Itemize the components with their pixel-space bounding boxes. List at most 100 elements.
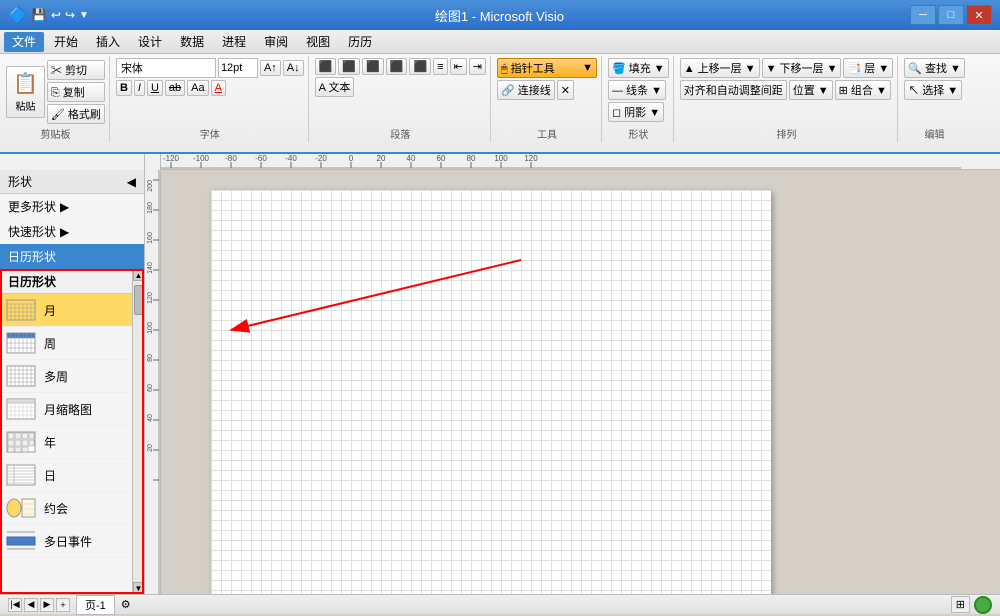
menu-process[interactable]: 进程 bbox=[214, 32, 254, 52]
ribbon-group-edit: 🔍 查找 ▼ ↖ 选择 ▼ 编辑 bbox=[900, 56, 969, 142]
change-case-button[interactable]: Aa bbox=[187, 80, 208, 96]
shape-monththumb[interactable]: 月缩略图 bbox=[0, 393, 144, 426]
paste-button[interactable]: 📋 粘贴 bbox=[6, 66, 45, 118]
page-tab[interactable]: 页-1 bbox=[76, 595, 115, 615]
svg-text:180: 180 bbox=[147, 202, 154, 214]
day-icon bbox=[6, 463, 36, 487]
shape-year[interactable]: 年 bbox=[0, 426, 144, 459]
format-painter-button[interactable]: 🖌 格式刷 bbox=[47, 104, 105, 124]
svg-text:-80: -80 bbox=[225, 154, 237, 163]
font-label: 字体 bbox=[116, 125, 304, 142]
align-auto-button[interactable]: 对齐和自动调整间距 bbox=[680, 80, 787, 100]
menu-view[interactable]: 视图 bbox=[298, 32, 338, 52]
quick-dropdown[interactable]: ▼ bbox=[79, 10, 89, 21]
align-top-left[interactable]: ⬛ bbox=[315, 58, 337, 75]
shape-appointment-label: 约会 bbox=[44, 500, 68, 517]
zoom-indicator[interactable] bbox=[974, 596, 992, 614]
quick-redo[interactable]: ↪ bbox=[65, 8, 75, 22]
maximize-button[interactable]: □ bbox=[938, 5, 964, 25]
scroll-down-button[interactable]: ▼ bbox=[133, 582, 145, 594]
more-shapes-section[interactable]: 更多形状 ▶ bbox=[0, 194, 144, 219]
shape-week[interactable]: 周 bbox=[0, 327, 144, 360]
menu-file[interactable]: 文件 bbox=[4, 32, 44, 52]
strikethrough-button[interactable]: ab bbox=[165, 80, 185, 96]
ribbon-group-tools: 🖱 指针工具▼ 🔗 连接线 ✕ 工具 bbox=[493, 56, 602, 142]
menu-design[interactable]: 设计 bbox=[130, 32, 170, 52]
shapes-scroll[interactable]: 月 bbox=[0, 294, 144, 594]
shape-appointment[interactable]: 约会 bbox=[0, 492, 144, 525]
line-button[interactable]: — 线条 ▼ bbox=[608, 80, 666, 100]
clipboard-label: 剪贴板 bbox=[6, 125, 105, 142]
monththumb-icon bbox=[6, 397, 36, 421]
zoom-fit-button[interactable]: ⊞ bbox=[951, 596, 970, 613]
list-button[interactable]: ≡ bbox=[433, 58, 447, 75]
align-bottom-center[interactable]: ⬛ bbox=[409, 58, 431, 75]
quick-undo[interactable]: ↩ bbox=[51, 8, 61, 22]
shape-month[interactable]: 月 bbox=[0, 294, 144, 327]
align-top-right[interactable]: ⬛ bbox=[362, 58, 384, 75]
position-button[interactable]: 位置 ▼ bbox=[789, 80, 833, 100]
canvas-area[interactable] bbox=[161, 170, 1000, 594]
fill-button[interactable]: 🪣 填充 ▼ bbox=[608, 58, 669, 78]
font-color-button[interactable]: A bbox=[211, 80, 226, 96]
shapes-list-title: 日历形状 bbox=[0, 269, 144, 294]
find-button[interactable]: 🔍 查找 ▼ bbox=[904, 58, 965, 78]
indent-decrease[interactable]: ⇤ bbox=[450, 58, 467, 75]
menu-data[interactable]: 数据 bbox=[172, 32, 212, 52]
calendar-shapes-section[interactable]: 日历形状 bbox=[0, 244, 144, 269]
quick-save[interactable]: 💾 bbox=[32, 8, 47, 22]
shape-day[interactable]: 日 bbox=[0, 459, 144, 492]
cut-button[interactable]: ✂ 剪切 bbox=[47, 60, 105, 80]
font-family-input[interactable] bbox=[116, 58, 216, 78]
new-page-button[interactable]: + bbox=[56, 598, 70, 612]
select-button[interactable]: ↖ 选择 ▼ bbox=[904, 80, 962, 100]
indent-increase[interactable]: ⇥ bbox=[469, 58, 486, 75]
scroll-up-button[interactable]: ▲ bbox=[133, 269, 145, 281]
prev-page-button[interactable]: ◀ bbox=[24, 598, 38, 612]
connector-x-button[interactable]: ✕ bbox=[557, 80, 574, 100]
bold-button[interactable]: B bbox=[116, 80, 132, 96]
quick-shapes-section[interactable]: 快速形状 ▶ bbox=[0, 219, 144, 244]
shape-year-label: 年 bbox=[44, 434, 56, 451]
copy-button[interactable]: ⎘ 复制 bbox=[47, 82, 105, 102]
align-bottom-left[interactable]: ⬛ bbox=[386, 58, 408, 75]
shape-multidayevent[interactable]: 多日事件 bbox=[0, 525, 144, 558]
connector-button[interactable]: 🔗 连接线 bbox=[497, 80, 555, 100]
first-page-button[interactable]: |◀ bbox=[8, 598, 22, 612]
underline-button[interactable]: U bbox=[147, 80, 163, 96]
font-shrink-button[interactable]: A↓ bbox=[283, 60, 304, 76]
align-top-center[interactable]: ⬛ bbox=[338, 58, 360, 75]
scroll-thumb[interactable] bbox=[134, 285, 144, 315]
page-options[interactable]: ⚙ bbox=[121, 598, 131, 611]
shape-multiweek[interactable]: 多周 bbox=[0, 360, 144, 393]
group-button[interactable]: ⊞ 组合 ▼ bbox=[835, 80, 891, 100]
menu-insert[interactable]: 插入 bbox=[88, 32, 128, 52]
font-grow-button[interactable]: A↑ bbox=[260, 60, 281, 76]
close-button[interactable]: ✕ bbox=[966, 5, 992, 25]
drawing-page[interactable] bbox=[211, 190, 771, 594]
shadow-button[interactable]: ◻ 阴影 ▼ bbox=[608, 102, 664, 122]
pointer-tool-button[interactable]: 🖱 指针工具▼ bbox=[497, 58, 597, 78]
ribbon: 📋 粘贴 ✂ 剪切 ⎘ 复制 🖌 格式刷 剪贴板 A↑ A↓ bbox=[0, 54, 1000, 154]
ribbon-group-clipboard: 📋 粘贴 ✂ 剪切 ⎘ 复制 🖌 格式刷 剪贴板 bbox=[2, 56, 110, 142]
shapes-header[interactable]: 形状 ◀ bbox=[0, 170, 144, 194]
menu-review[interactable]: 审阅 bbox=[256, 32, 296, 52]
italic-button[interactable]: I bbox=[134, 80, 145, 96]
shapes-scrollbar[interactable]: ▲ ▼ bbox=[132, 269, 144, 594]
app-icon: 🔷 bbox=[8, 5, 28, 25]
menu-history[interactable]: 历历 bbox=[340, 32, 380, 52]
shape-week-label: 周 bbox=[44, 335, 56, 352]
bring-forward-button[interactable]: ▲ 上移一层 ▼ bbox=[680, 58, 760, 78]
week-icon bbox=[6, 331, 36, 355]
menu-bar: 文件 开始 插入 设计 数据 进程 审阅 视图 历历 bbox=[0, 30, 1000, 54]
minimize-button[interactable]: ─ bbox=[910, 5, 936, 25]
menu-start[interactable]: 开始 bbox=[46, 32, 86, 52]
next-page-button[interactable]: ▶ bbox=[40, 598, 54, 612]
svg-text:200: 200 bbox=[147, 180, 154, 192]
text-button[interactable]: A 文本 bbox=[315, 77, 355, 97]
send-backward-button[interactable]: ▼ 下移一层 ▼ bbox=[762, 58, 842, 78]
layer-button[interactable]: 📑 层 ▼ bbox=[843, 58, 893, 78]
font-size-input[interactable] bbox=[218, 58, 258, 78]
arrange-label: 排列 bbox=[680, 125, 893, 142]
svg-text:0: 0 bbox=[349, 154, 354, 163]
